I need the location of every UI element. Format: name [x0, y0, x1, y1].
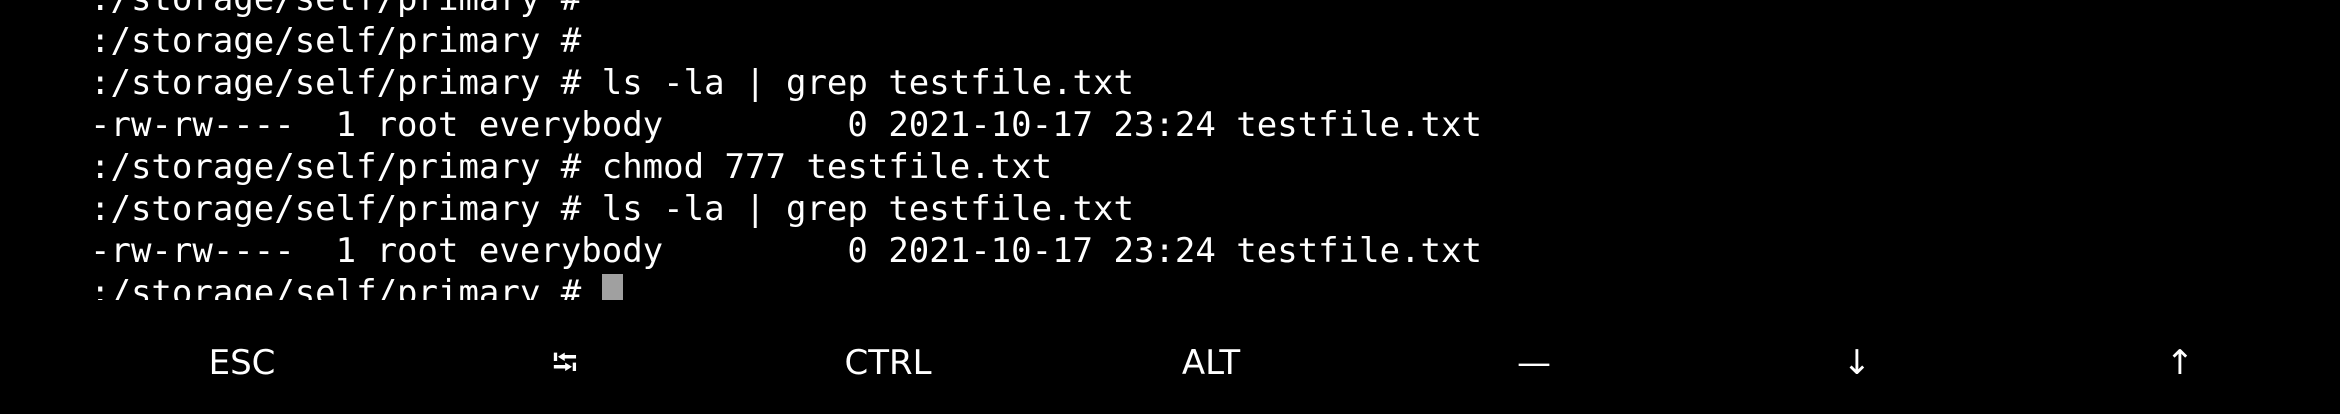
terminal-line: :/storage/self/primary # ls -la | grep t…: [90, 63, 1134, 103]
arrow-down-icon[interactable]: ↓: [1757, 322, 1957, 404]
extra-keys-bar: ESC ⭾ CTRL ALT — ↓ ↑: [0, 322, 2340, 404]
ctrl-key[interactable]: CTRL: [788, 322, 988, 404]
terminal-lines: :/storage/self/primary # :/storage/self/…: [90, 0, 1482, 300]
terminal-line: :/storage/self/primary # chmod 777 testf…: [90, 147, 1053, 187]
arrow-up-icon[interactable]: ↑: [2080, 322, 2280, 404]
terminal-output[interactable]: :/storage/self/primary # :/storage/self/…: [0, 0, 2340, 300]
terminal-prompt-line[interactable]: :/storage/self/primary #: [90, 272, 1482, 300]
dash-key[interactable]: —: [1434, 322, 1634, 404]
terminal-prompt: :/storage/self/primary #: [90, 273, 582, 300]
tab-key-icon[interactable]: ⭾: [465, 322, 665, 404]
terminal-line: :/storage/self/primary # ls -la | grep t…: [90, 189, 1134, 229]
alt-key[interactable]: ALT: [1111, 322, 1311, 404]
terminal-line: :/storage/self/primary #: [90, 0, 1482, 20]
terminal-line: -rw-rw---- 1 root everybody 0 2021-10-17…: [90, 231, 1482, 271]
text-cursor: [602, 274, 624, 300]
terminal-line: -rw-rw---- 1 root everybody 0 2021-10-17…: [90, 105, 1482, 145]
terminal-line: :/storage/self/primary #: [90, 21, 582, 61]
esc-key[interactable]: ESC: [142, 322, 342, 404]
